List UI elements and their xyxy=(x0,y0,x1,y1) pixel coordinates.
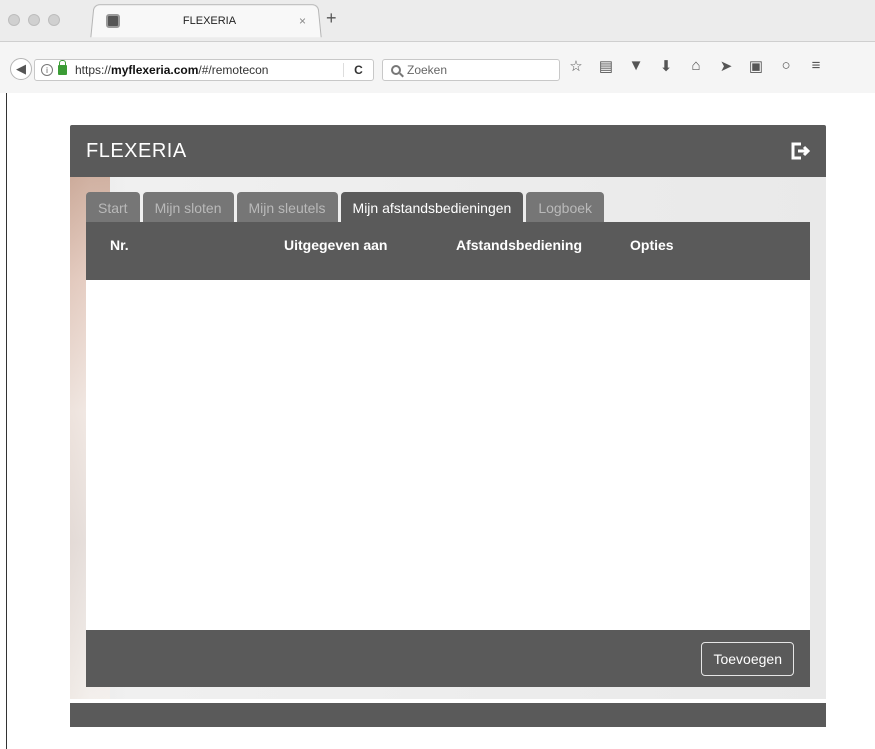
remote-controls-panel: Nr. Uitgegeven aan Afstandsbediening Opt… xyxy=(86,222,810,687)
column-nr[interactable]: Nr. xyxy=(110,237,129,253)
app-body: Start Mijn sloten Mijn sleutels Mijn afs… xyxy=(70,177,826,699)
url-text[interactable]: https://myflexeria.com/#/remotecon xyxy=(75,63,343,77)
flexeria-app: FLEXERIA Start Mijn sloten Mijn sleutels… xyxy=(70,125,826,727)
tab-close-icon[interactable]: × xyxy=(299,14,306,28)
url-bar[interactable]: i https://myflexeria.com/#/remotecon C xyxy=(34,59,374,81)
send-icon[interactable]: ➤ xyxy=(718,57,734,75)
home-icon[interactable]: ⌂ xyxy=(688,57,704,75)
back-button[interactable]: ◀ xyxy=(10,58,32,80)
translate-icon[interactable]: ▣ xyxy=(748,57,764,75)
window-edge xyxy=(6,93,7,749)
new-tab-button[interactable]: + xyxy=(326,8,337,29)
add-button[interactable]: Toevoegen xyxy=(701,642,794,676)
menu-icon[interactable]: ≡ xyxy=(808,57,824,75)
logout-icon[interactable] xyxy=(790,142,812,160)
tab-mijn-sloten[interactable]: Mijn sloten xyxy=(142,192,234,222)
search-input[interactable]: Zoeken xyxy=(382,59,560,81)
tab-logboek[interactable]: Logboek xyxy=(526,192,605,222)
pocket-icon[interactable]: ▼ xyxy=(628,57,644,75)
url-prefix: https:// xyxy=(75,63,112,77)
app-title: FLEXERIA xyxy=(86,140,187,162)
url-domain: myflexeria.com xyxy=(111,63,199,77)
tab-start[interactable]: Start xyxy=(86,192,140,222)
favicon-icon xyxy=(106,14,120,28)
panel-footer: Toevoegen xyxy=(86,630,810,687)
search-placeholder: Zoeken xyxy=(407,63,448,77)
star-icon[interactable]: ☆ xyxy=(568,57,584,75)
info-icon[interactable]: i xyxy=(41,64,53,76)
download-icon[interactable]: ⬇ xyxy=(658,57,674,75)
reading-list-icon[interactable]: ▤ xyxy=(598,57,614,75)
column-opties[interactable]: Opties xyxy=(630,237,674,253)
tab-title: FLEXERIA xyxy=(182,15,237,27)
navigation-bar: ◀ i https://myflexeria.com/#/remotecon C… xyxy=(0,41,875,93)
browser-chrome: FLEXERIA × + ◀ i https://myflexeria.com/… xyxy=(0,0,875,93)
lock-icon xyxy=(58,60,67,75)
tab-mijn-sleutels[interactable]: Mijn sleutels xyxy=(236,192,338,222)
toolbar-icons: ☆ ▤ ▼ ⬇ ⌂ ➤ ▣ ○ ≡ xyxy=(568,57,824,75)
close-window-button[interactable] xyxy=(8,14,20,26)
app-footer-bar xyxy=(70,703,826,727)
maximize-window-button[interactable] xyxy=(48,14,60,26)
tab-bar: Start Mijn sloten Mijn sleutels Mijn afs… xyxy=(86,192,605,222)
table-header: Nr. Uitgegeven aan Afstandsbediening Opt… xyxy=(86,222,810,280)
reload-icon[interactable]: C xyxy=(343,63,373,77)
tab-mijn-afstandsbedieningen[interactable]: Mijn afstandsbedieningen xyxy=(340,192,524,222)
chat-icon[interactable]: ○ xyxy=(778,57,794,75)
column-afstandsbediening[interactable]: Afstandsbediening xyxy=(456,237,582,253)
url-path: /#/remotecon xyxy=(198,63,269,77)
column-uitgegeven-aan[interactable]: Uitgegeven aan xyxy=(284,237,387,253)
minimize-window-button[interactable] xyxy=(28,14,40,26)
app-header: FLEXERIA xyxy=(70,125,826,177)
window-controls xyxy=(8,14,60,26)
search-icon xyxy=(391,65,401,75)
browser-tab[interactable]: FLEXERIA × xyxy=(92,6,320,36)
